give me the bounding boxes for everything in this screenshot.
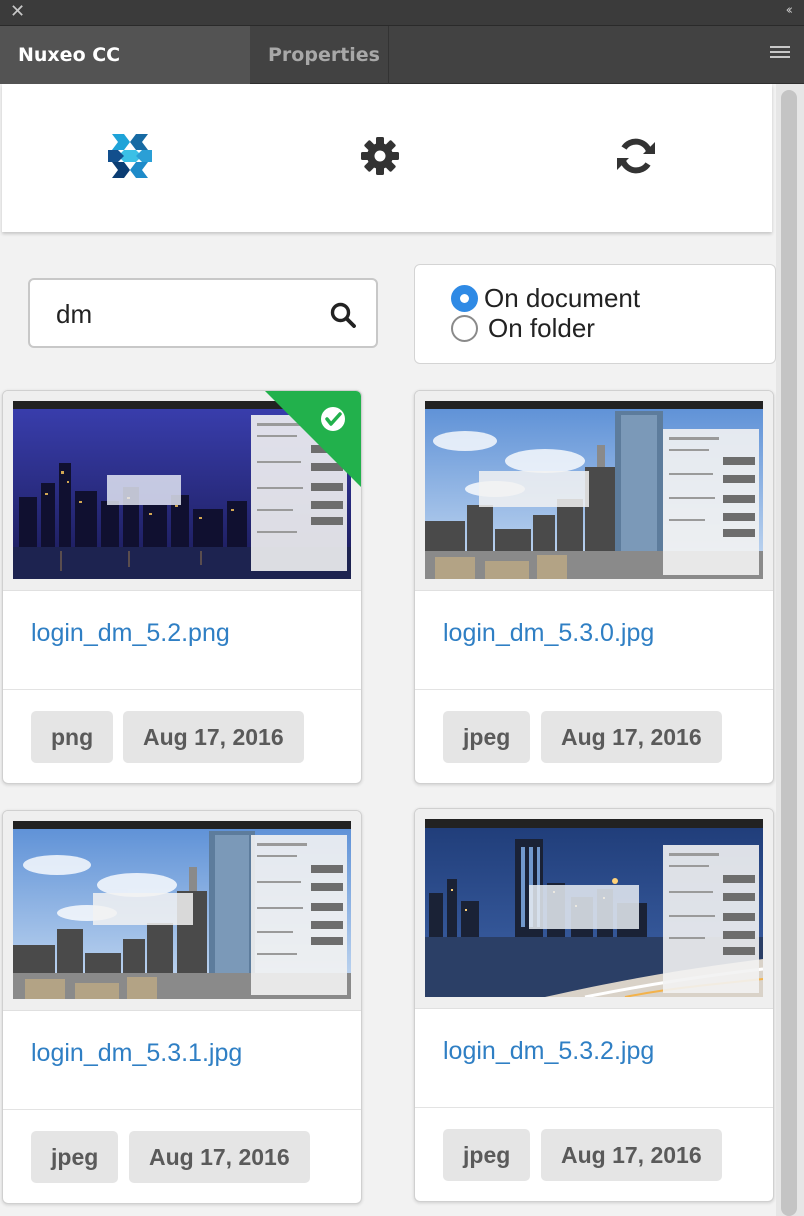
scope-on-folder[interactable]: On folder <box>451 313 595 343</box>
result-card[interactable]: login_dm_5.2.png png Aug 17, 2016 <box>2 390 362 784</box>
radio-on-document[interactable] <box>451 284 478 312</box>
gear-icon[interactable] <box>358 134 402 178</box>
selected-ribbon <box>265 391 361 487</box>
date-badge: Aug 17, 2016 <box>541 1129 722 1181</box>
file-type-badge: jpeg <box>443 1129 531 1181</box>
scope-on-document[interactable]: On document <box>451 283 640 313</box>
thumbnail-image[interactable] <box>425 819 763 997</box>
card-divider <box>415 689 773 690</box>
result-card[interactable]: login_dm_5.3.2.jpg jpeg Aug 17, 2016 <box>414 808 774 1202</box>
thumbnail-frame <box>3 391 361 591</box>
collapse-icon[interactable]: ‹‹ <box>786 3 794 18</box>
date-badge: Aug 17, 2016 <box>123 711 304 763</box>
tab-nuxeo-cc-connector[interactable]: Nuxeo CC Connector <box>0 26 250 124</box>
result-title-link[interactable]: login_dm_5.3.0.jpg <box>443 619 654 648</box>
scope-on-document-label: On document <box>484 282 641 313</box>
thumbnail-image[interactable] <box>13 821 351 999</box>
close-icon[interactable]: ✕ <box>10 2 25 22</box>
result-title-link[interactable]: login_dm_5.3.1.jpg <box>31 1039 242 1068</box>
toolbar <box>2 84 772 232</box>
file-type-badge: png <box>31 711 114 763</box>
file-type-badge: jpeg <box>31 1131 119 1183</box>
scrollbar[interactable] <box>776 84 804 1216</box>
result-title-link[interactable]: login_dm_5.3.2.jpg <box>443 1037 654 1066</box>
thumbnail-frame <box>415 391 773 591</box>
card-divider <box>3 689 361 690</box>
scope-on-folder-label: On folder <box>488 312 595 343</box>
thumbnail-image[interactable] <box>425 401 763 579</box>
nuxeo-logo-icon[interactable] <box>108 134 152 178</box>
result-card[interactable]: login_dm_5.3.1.jpg jpeg Aug 17, 2016 <box>2 810 362 1204</box>
search-scope: On document On folder <box>414 264 776 364</box>
tab-properties[interactable]: Properties <box>250 26 389 84</box>
date-badge: Aug 17, 2016 <box>541 711 722 763</box>
radio-on-folder[interactable] <box>451 314 478 342</box>
date-badge: Aug 17, 2016 <box>129 1131 310 1183</box>
result-title-link[interactable]: login_dm_5.2.png <box>31 619 230 648</box>
card-divider <box>3 1109 361 1110</box>
tab-bar: Nuxeo CC Connector Properties <box>0 26 804 124</box>
scrollbar-thumb[interactable] <box>781 90 797 1216</box>
thumbnail-frame <box>415 809 773 1009</box>
search-box <box>28 278 378 348</box>
search-icon[interactable] <box>330 302 356 328</box>
panel-title-bar: ✕ ‹‹ <box>0 0 804 26</box>
refresh-icon[interactable] <box>614 134 658 178</box>
search-input[interactable] <box>56 296 326 332</box>
result-card[interactable]: login_dm_5.3.0.jpg jpeg Aug 17, 2016 <box>414 390 774 784</box>
connector-panel: On document On folder <box>0 84 804 1216</box>
card-divider <box>415 1107 773 1108</box>
panel-menu-icon[interactable] <box>770 46 790 60</box>
thumbnail-frame <box>3 811 361 1011</box>
file-type-badge: jpeg <box>443 711 531 763</box>
